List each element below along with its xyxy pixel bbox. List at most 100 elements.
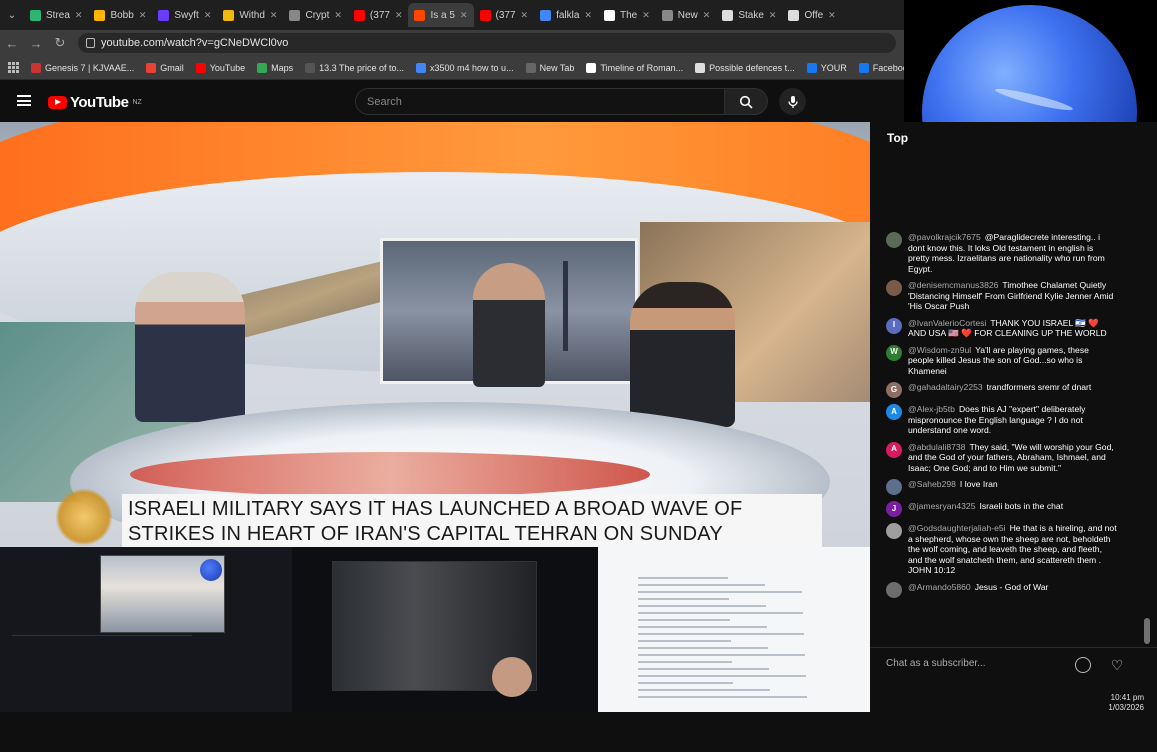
- browser-tab[interactable]: Withd ✕: [217, 3, 283, 27]
- chat-author[interactable]: @Alex-jb5tb: [908, 404, 955, 414]
- browser-tab[interactable]: Bobb ✕: [88, 3, 152, 27]
- search-input[interactable]: Search: [355, 88, 725, 115]
- chat-mode-label[interactable]: Top: [887, 131, 908, 145]
- search-icon: [739, 95, 753, 109]
- chat-message-body: @abdulali8738 They said, "We will worship…: [908, 442, 1117, 474]
- browser-tab[interactable]: Strea ✕: [24, 3, 88, 27]
- browser-toolbar: ← → ↻ youtube.com/watch?v=gCNeDWCl0vo: [0, 30, 904, 56]
- chat-message[interactable]: I @IvanValerioCortesi THANK YOU ISRAEL 🇮🇱 …: [870, 317, 1157, 339]
- chat-author[interactable]: @Wisdom-zn9ul: [908, 345, 971, 355]
- avatar[interactable]: W: [886, 344, 902, 361]
- youtube-logo[interactable]: YouTube NZ: [48, 94, 142, 111]
- browser-tab[interactable]: falkla ✕: [534, 3, 598, 27]
- bookmark-item[interactable]: Timeline of Roman...: [580, 62, 689, 73]
- bookmark-item[interactable]: YOUR: [801, 62, 853, 73]
- bookmark-item[interactable]: Facebook green: [853, 62, 904, 73]
- avatar[interactable]: [886, 280, 902, 296]
- chat-scrollbar[interactable]: [1144, 232, 1150, 752]
- tab-close-icon[interactable]: ✕: [703, 10, 711, 21]
- chat-message[interactable]: @denisemcmanus3826 Timothee Chalamet Quie…: [870, 280, 1157, 312]
- avatar[interactable]: A: [886, 441, 902, 458]
- avatar[interactable]: J: [886, 501, 902, 517]
- tab-search-chevron-icon[interactable]: ⌄: [0, 10, 24, 21]
- tab-close-icon[interactable]: ✕: [521, 10, 529, 21]
- bookmark-item[interactable]: Gmail: [140, 62, 190, 73]
- bookmark-favicon-icon: [695, 62, 706, 73]
- chat-author[interactable]: @Saheb298: [908, 479, 956, 489]
- tab-close-icon[interactable]: ✕: [828, 10, 836, 21]
- heart-icon[interactable]: ♡: [1108, 656, 1126, 674]
- tab-close-icon[interactable]: ✕: [139, 10, 147, 21]
- chat-message-body: @denisemcmanus3826 Timothee Chalamet Quie…: [908, 280, 1117, 312]
- chat-message-list[interactable]: @pavolkrajcik7675 @Paraglidecrete interes…: [870, 232, 1157, 752]
- avatar[interactable]: G: [886, 382, 902, 398]
- bookmark-label: Facebook green: [872, 62, 904, 73]
- document-text-line: [638, 612, 803, 614]
- presenter-right: [630, 282, 735, 427]
- hamburger-menu-icon[interactable]: [17, 95, 31, 106]
- address-bar[interactable]: youtube.com/watch?v=gCNeDWCl0vo: [78, 33, 896, 53]
- chat-author[interactable]: @IvanValerioCortesi: [908, 318, 986, 328]
- reload-icon[interactable]: ↻: [48, 35, 72, 51]
- chat-message[interactable]: A @Alex-jb5tb Does this AJ "expert" delibe…: [870, 404, 1157, 436]
- emoji-icon[interactable]: [1075, 657, 1091, 673]
- tab-close-icon[interactable]: ✕: [75, 10, 83, 21]
- tab-close-icon[interactable]: ✕: [584, 10, 592, 21]
- avatar[interactable]: A: [886, 404, 902, 420]
- chat-author[interactable]: @denisemcmanus3826: [908, 280, 998, 290]
- chat-message[interactable]: @pavolkrajcik7675 @Paraglidecrete interes…: [870, 232, 1157, 274]
- bookmark-item[interactable]: YouTube: [190, 62, 251, 73]
- tab-label: (377: [369, 9, 390, 21]
- tab-close-icon[interactable]: ✕: [642, 10, 650, 21]
- browser-tab[interactable]: Is a 5 ✕: [408, 3, 474, 27]
- browser-tab[interactable]: Offe ✕: [782, 3, 841, 27]
- chat-author[interactable]: @Armando5860: [908, 582, 971, 592]
- tab-close-icon[interactable]: ✕: [270, 10, 278, 21]
- tab-close-icon[interactable]: ✕: [204, 10, 212, 21]
- document-text-line: [638, 584, 765, 586]
- browser-tab[interactable]: Stake ✕: [716, 3, 782, 27]
- chat-message[interactable]: J @jamesryan4325 Israeli bots in the chat: [870, 501, 1157, 517]
- chat-message[interactable]: @Armando5860 Jesus - God of War: [870, 581, 1157, 598]
- browser-tab[interactable]: New ✕: [656, 3, 717, 27]
- voice-search-button[interactable]: [779, 88, 806, 115]
- chat-author[interactable]: @abdulali8738: [908, 442, 965, 452]
- chat-message[interactable]: G @gahadaltairy2253 trandformers sremr of …: [870, 382, 1157, 398]
- bookmark-item[interactable]: x3500 m4 how to u...: [410, 62, 520, 73]
- bookmark-item[interactable]: Possible defences t...: [689, 62, 801, 73]
- tab-close-icon[interactable]: ✕: [769, 10, 777, 21]
- chat-message[interactable]: @Saheb298 I love Iran: [870, 479, 1157, 495]
- back-arrow-icon[interactable]: ←: [0, 36, 24, 51]
- chat-author[interactable]: @jamesryan4325: [908, 501, 975, 511]
- chat-message[interactable]: A @abdulali8738 They said, "We will worshi…: [870, 441, 1157, 474]
- bookmark-item[interactable]: New Tab: [520, 62, 581, 73]
- apps-grid-icon[interactable]: [0, 62, 25, 73]
- bookmark-item[interactable]: Genesis 7 | KJVAAE...: [25, 62, 140, 73]
- avatar[interactable]: [886, 581, 902, 598]
- chat-message[interactable]: @Godsdaughterjaliah-e5i He that is a hire…: [870, 523, 1157, 576]
- tab-close-icon[interactable]: ✕: [460, 10, 468, 21]
- tab-close-icon[interactable]: ✕: [334, 10, 342, 21]
- avatar[interactable]: [886, 479, 902, 495]
- chat-author[interactable]: @Godsdaughterjaliah-e5i: [908, 523, 1006, 533]
- bookmark-item[interactable]: Maps: [251, 62, 299, 73]
- forward-arrow-icon[interactable]: →: [24, 36, 48, 51]
- avatar[interactable]: [886, 232, 902, 248]
- video-player[interactable]: ISRAELI MILITARY SAYS IT HAS LAUNCHED A …: [0, 122, 870, 550]
- chat-author[interactable]: @pavolkrajcik7675: [908, 232, 981, 242]
- system-clock[interactable]: 10:41 pm 1/03/2026: [1096, 693, 1156, 713]
- browser-tab[interactable]: The ✕: [598, 3, 656, 27]
- browser-tab[interactable]: Crypt ✕: [283, 3, 347, 27]
- search-button[interactable]: [724, 88, 768, 115]
- live-chat-panel: Top @pavolkrajcik7675 @Paraglidecrete int…: [870, 122, 1157, 720]
- browser-tab[interactable]: (377 ✕: [348, 3, 409, 27]
- chat-author[interactable]: @gahadaltairy2253: [908, 382, 983, 392]
- bookmark-item[interactable]: 13.3 The price of to...: [299, 62, 410, 73]
- browser-tab[interactable]: Swyft ✕: [152, 3, 217, 27]
- avatar[interactable]: [886, 523, 902, 539]
- site-info-icon[interactable]: [86, 38, 95, 48]
- avatar[interactable]: I: [886, 317, 902, 334]
- browser-tab[interactable]: (377 ✕: [474, 3, 535, 27]
- chat-message[interactable]: W @Wisdom-zn9ul Ya'll are playing games, t…: [870, 344, 1157, 377]
- tab-close-icon[interactable]: ✕: [395, 10, 403, 21]
